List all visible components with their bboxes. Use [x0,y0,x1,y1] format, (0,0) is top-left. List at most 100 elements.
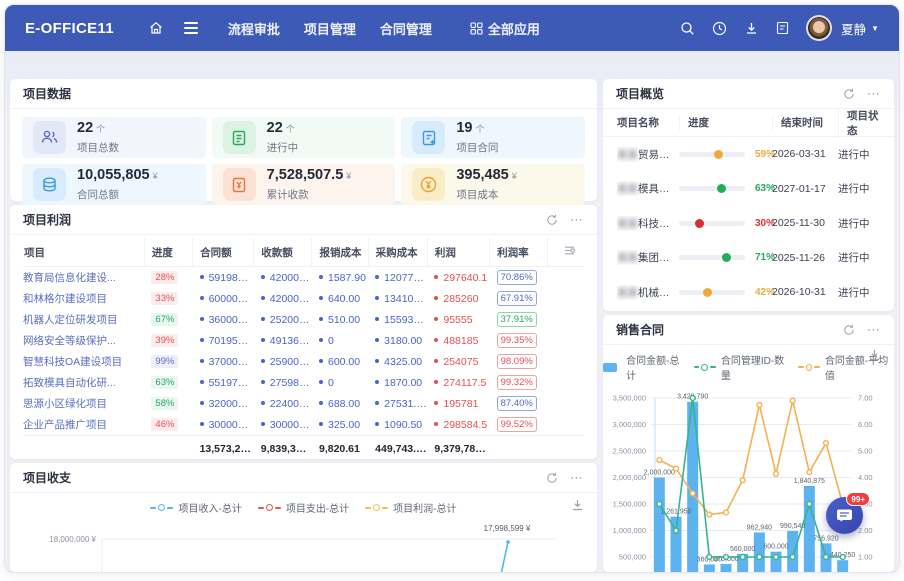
overview-header-row: 项目名称进度结束时间项目状态 [603,109,894,137]
svg-text:962,940: 962,940 [746,524,771,531]
purchase-cell: 155935.00 [368,309,427,330]
project-name-link[interactable]: 教育局信息化建设... [23,267,144,289]
purchase-cell: 120772.00 [368,267,427,289]
note-icon[interactable] [776,21,789,35]
received-cell: 252000.00 [254,309,312,330]
stat-card-1[interactable]: 22个项目总数 [22,117,206,158]
more-icon[interactable]: ⋯ [867,89,881,99]
stat-value: 22个 [267,121,299,137]
more-icon[interactable]: ⋯ [570,473,584,483]
contract-cell: 300000.00 [193,414,254,436]
received-cell: 259000.00 [254,351,312,372]
stat-unit: 个 [475,124,484,134]
progress-cell: 67% [144,309,192,330]
balance-chart[interactable]: 18,000,000 ¥17,998,599 ¥ [10,517,571,572]
menu-item-2[interactable]: 项目管理 [304,19,356,38]
total-cell: 9,820.61 [312,436,368,460]
column-header: 项目状态 [838,108,880,138]
user-name[interactable]: 夏静 [841,19,866,38]
overview-row[interactable]: 某某机械合同...42%2026-10-31进行中 [603,275,894,310]
chart-download-icon[interactable] [868,349,881,364]
stat-card-6[interactable]: 395,485¥项目成本 [401,164,585,205]
chat-fab-button[interactable]: 99+ [826,497,863,534]
sales-chart[interactable]: 3,500,0007.003,000,0006.002,500,0005.002… [605,386,893,572]
download-icon[interactable] [744,21,759,36]
profit-cell: 297640.1 [427,267,489,289]
svg-text:4.00: 4.00 [858,473,873,482]
stat-card-3[interactable]: 19个项目合同 [401,117,585,158]
project-name-link[interactable]: 机器人定位研发项目 [23,309,144,330]
svg-text:7.00: 7.00 [858,394,873,403]
stat-card-2[interactable]: 22个进行中 [212,117,396,158]
svg-text:5.00: 5.00 [858,447,873,456]
status-label: 进行中 [838,250,880,265]
legend-item[interactable]: 合同管理ID-数量 [694,352,790,382]
overview-row[interactable]: 某某贸易数字...59%2026-03-31进行中 [603,137,894,172]
column-header: 结束时间 [772,115,838,130]
legend-item[interactable]: 项目利润-总计 [365,500,456,515]
progress-cell: 58% [144,393,192,414]
svg-text:2.00: 2.00 [858,526,873,535]
refresh-icon[interactable] [546,472,558,484]
more-icon[interactable]: ⋯ [570,215,584,225]
svg-text:1,840,875: 1,840,875 [793,478,824,485]
project-name-link[interactable]: 和林格尔建设项目 [23,288,144,309]
legend-marker [373,504,380,511]
user-avatar[interactable] [806,15,832,41]
refresh-icon[interactable] [843,88,855,100]
svg-text:1,000,000: 1,000,000 [612,526,645,535]
menu-item-1[interactable]: 流程审批 [228,19,280,38]
svg-text:3,500,000: 3,500,000 [612,394,645,403]
stat-value: 395,485¥ [456,168,516,184]
more-icon[interactable]: ⋯ [867,325,881,335]
column-header: 利润率 [490,238,548,267]
chevron-down-icon[interactable]: ▼ [871,24,879,33]
panel-title: 项目数据 [23,85,71,102]
refresh-icon[interactable] [843,324,855,336]
project-name: 某某集团机器... [617,250,679,265]
menu-item-3[interactable]: 合同管理 [380,19,432,38]
panel-sales-contract: 销售合同 ⋯ 合同金额-总计合同管理ID-数量合同金额-平均值 3,500,00… [603,315,894,572]
svg-text:17,998,599 ¥: 17,998,599 ¥ [484,524,531,533]
end-date: 2025-11-30 [772,217,838,229]
chat-badge: 99+ [846,492,870,506]
table-row: 机器人定位研发项目67%360000.00252000.00510.001559… [23,309,584,330]
legend-item[interactable]: 项目支出-总计 [258,500,349,515]
project-name-link[interactable]: 企业产品推广项目 [23,414,144,436]
clock-icon[interactable] [712,21,727,36]
panel-project-overview: 项目概览 ⋯ 项目名称进度结束时间项目状态某某贸易数字...59%2026-03… [603,79,894,311]
overview-row[interactable]: 某某集团机器...71%2025-11-26进行中 [603,241,894,276]
expense-cell: 510.00 [312,309,368,330]
overview-row[interactable]: 某某科技能源...30%2025-11-30进行中 [603,206,894,241]
status-label: 进行中 [838,147,880,162]
legend-label: 合同管理ID-数量 [721,352,790,382]
svg-text:2,000,000: 2,000,000 [612,473,645,482]
project-name-link[interactable]: 拓致模具自动化研... [23,372,144,393]
table-row: 企业产品推广项目46%300000.00300000.00325.001090.… [23,414,584,436]
overview-row[interactable]: 某某模具自动...63%2027-01-17进行中 [603,172,894,207]
table-row: 和林格尔建设项目33%600000.00420000.00640.0013410… [23,288,584,309]
stat-card-4[interactable]: 10,055,805¥合同总额 [22,164,206,205]
project-name-link[interactable]: 网络安全等级保护... [23,330,144,351]
purchase-cell: 4325.00 [368,351,427,372]
column-header: 采购成本 [368,238,427,267]
purchase-cell: 134100.00 [368,288,427,309]
project-name-link[interactable]: 智慧科技OA建设项目 [23,351,144,372]
project-name-link[interactable]: 思源小区绿化项目 [23,393,144,414]
table-settings-icon[interactable] [564,247,575,259]
chart-download-icon[interactable] [571,499,584,514]
received-cell: 420000.00 [254,288,312,309]
home-icon[interactable] [148,20,164,36]
column-header: 项目名称 [617,115,679,130]
menu-toggle-icon[interactable] [184,22,198,34]
menu-item-4[interactable]: 全部应用 [470,19,540,38]
legend-item[interactable]: 项目收入-总计 [150,500,241,515]
search-icon[interactable] [680,21,695,36]
coins-icon [33,168,66,201]
legend-item[interactable]: 合同金额-总计 [603,352,686,382]
legend-marker [158,504,165,511]
progress-cell: 63% [144,372,192,393]
stat-card-5[interactable]: 7,528,507.5¥累计收款 [212,164,396,205]
refresh-icon[interactable] [546,214,558,226]
stat-text: 22个项目总数 [77,121,119,155]
